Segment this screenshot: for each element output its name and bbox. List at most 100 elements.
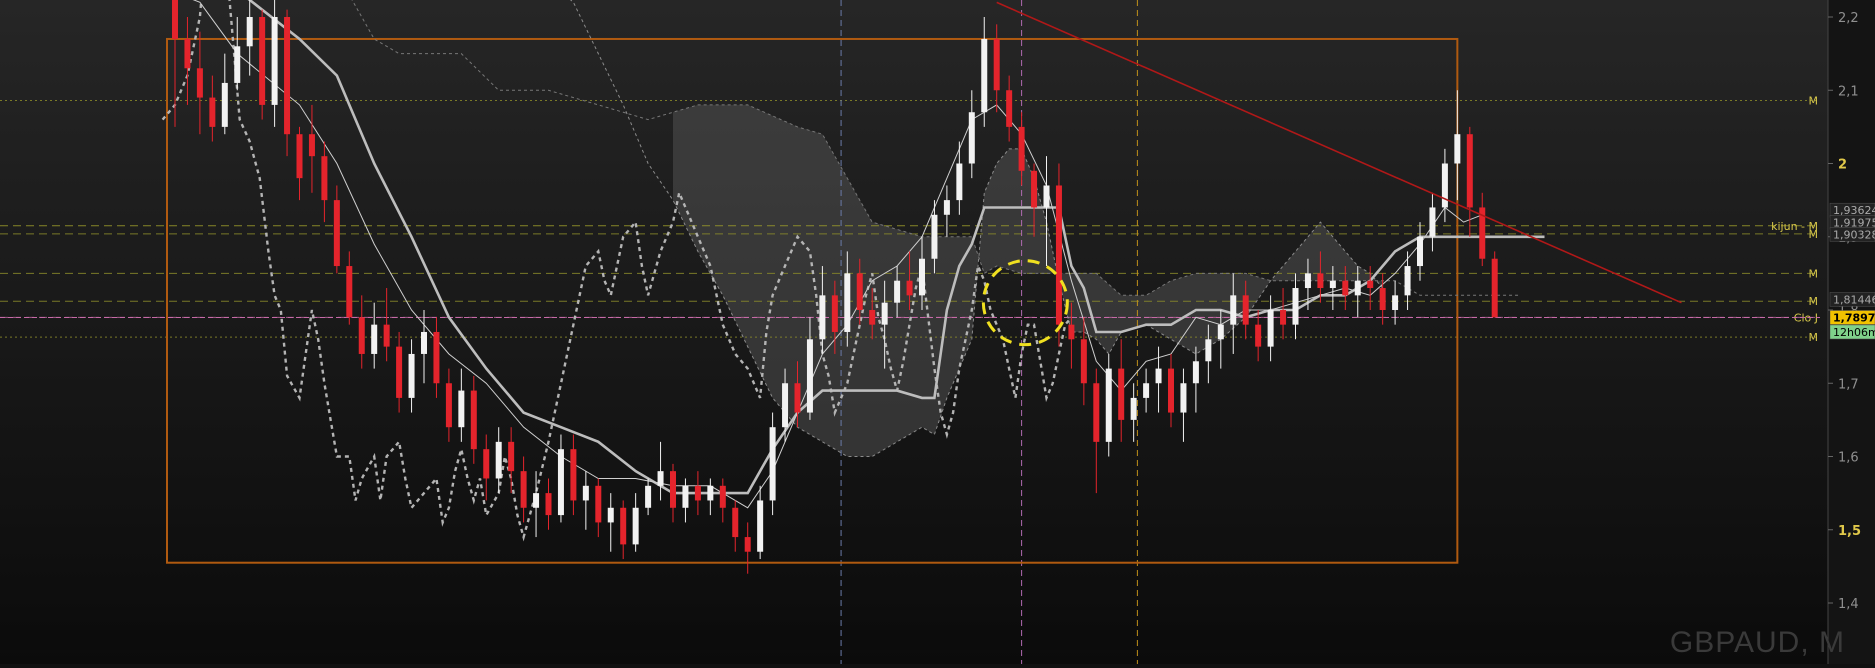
candle-body-104 [1466,134,1473,208]
candle-body-16 [371,324,378,354]
candle-body-30 [545,493,552,516]
candle-body-83 [1205,339,1212,362]
candle-body-64 [968,112,975,164]
candle-body-22 [445,383,452,428]
candle-body-44 [719,485,726,508]
candle-body-70 [1043,185,1050,208]
level-label-0: M [1809,95,1819,108]
candle-body-79 [1155,368,1162,384]
candle-body-96 [1367,280,1374,289]
candle-body-52 [819,295,826,340]
candle-body-19 [408,353,415,398]
candle-body-17 [383,324,390,347]
candle-body-76 [1118,368,1125,420]
candle-body-4 [221,82,228,127]
candle-body-39 [657,471,664,486]
chart-area[interactable]: Mkijun - MMMMClo JM 2,22,121,91,81,71,61… [0,0,1875,664]
price-box-label-5: 12h06m [1833,326,1875,339]
candle-body-6 [246,17,253,47]
y-tick-label-5: 1,7 [1838,377,1859,392]
candle-body-37 [632,507,639,545]
candle-body-27 [508,441,515,472]
candle-body-9 [284,17,291,135]
candle-body-81 [1180,383,1187,413]
price-box-label-2: 1,90328 [1833,228,1875,241]
candle-body-68 [1018,126,1025,171]
candle-body-73 [1080,339,1087,384]
level-label-5: Clo J [1794,311,1818,324]
candle-body-92 [1317,273,1324,289]
candle-body-10 [296,134,303,179]
candle-body-43 [707,485,714,501]
candle-body-36 [620,507,627,545]
candle-body-32 [570,449,577,501]
candle-body-38 [645,485,652,508]
candle-body-13 [333,200,340,267]
candle-body-20 [421,331,427,354]
candle-body-61 [931,214,938,259]
candle-body-48 [769,427,776,501]
candle-body-28 [520,471,527,508]
candle-body-91 [1304,273,1311,289]
candle-body-54 [844,273,851,332]
candle-body-98 [1392,295,1399,310]
candle-body-103 [1454,134,1461,164]
price-box-label-4: 1,78978 [1833,311,1875,324]
candle-body-97 [1379,288,1386,310]
candle-body-25 [483,449,490,479]
candle-body-47 [757,500,764,552]
candle-body-0 [172,0,178,39]
candle-body-51 [806,339,813,413]
candle-body-7 [259,17,266,105]
candle-body-42 [694,485,701,501]
y-tick-label-6: 1,6 [1838,451,1859,466]
candle-body-63 [956,163,963,201]
candle-body-45 [732,507,739,538]
candle-body-65 [981,38,988,113]
candle-body-31 [557,449,564,516]
candle-body-23 [458,390,465,428]
candle-body-50 [794,383,801,413]
level-label-4: M [1809,295,1819,308]
candle-body-71 [1055,185,1062,325]
candle-body-86 [1242,295,1249,325]
candle-body-67 [1006,90,1013,127]
candle-body-26 [495,441,502,479]
candle-body-89 [1280,310,1287,325]
y-tick-label-8: 1,4 [1838,597,1859,612]
candle-body-85 [1230,295,1237,325]
candle-body-69 [1031,170,1038,208]
candle-body-88 [1267,310,1274,347]
candle-body-60 [919,258,925,296]
candle-body-29 [533,493,540,508]
candle-body-59 [906,280,913,296]
candle-body-66 [993,38,1000,91]
level-label-6: M [1809,331,1819,344]
candle-body-57 [881,302,888,325]
candle-body-95 [1354,280,1361,296]
candle-body-33 [582,485,589,501]
candle-body-106 [1491,258,1498,318]
candle-body-55 [856,273,863,310]
candle-body-75 [1105,368,1112,442]
y-tick-label-2: 2 [1838,158,1847,173]
candle-body-84 [1217,324,1224,340]
candle-body-24 [470,390,477,450]
candle-body-14 [346,266,353,318]
candle-body-90 [1292,288,1299,325]
price-chart[interactable]: Mkijun - MMMMClo JM 2,22,121,91,81,71,61… [0,0,1875,664]
candle-body-12 [321,156,328,201]
candle-body-101 [1429,207,1436,237]
candle-body-87 [1255,324,1262,347]
candle-body-40 [670,471,676,508]
candle-body-100 [1417,236,1423,267]
candle-body-72 [1068,324,1075,340]
y-tick-label-1: 2,1 [1838,84,1859,99]
level-label-2: M [1809,228,1819,241]
y-tick-label-7: 1,5 [1838,524,1861,539]
candle-body-49 [782,383,789,428]
candle-body-41 [682,485,689,508]
candle-body-58 [894,280,901,303]
candle-body-102 [1441,163,1448,208]
candle-body-53 [831,295,838,332]
